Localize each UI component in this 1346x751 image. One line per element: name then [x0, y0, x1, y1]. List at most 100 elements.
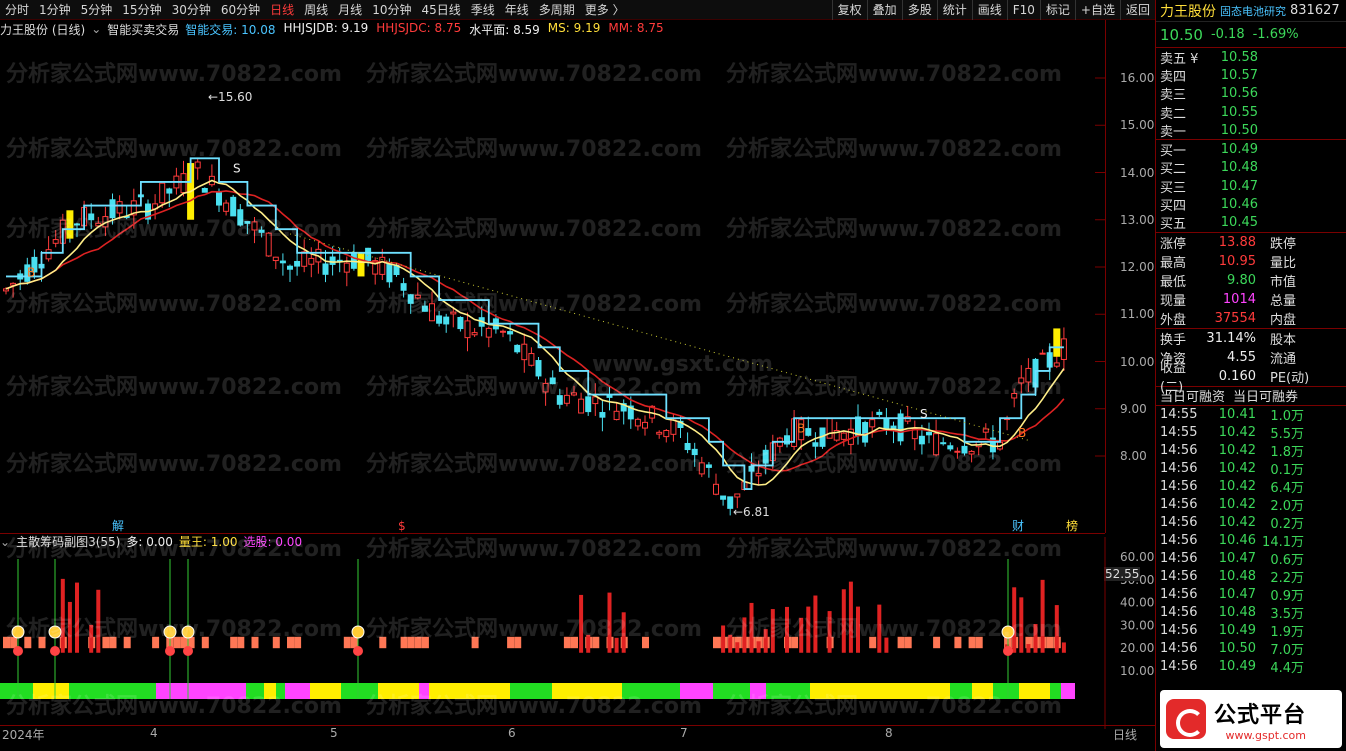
period-tab[interactable]: 45日线: [416, 0, 465, 20]
period-tab[interactable]: 周线: [299, 0, 333, 20]
time-axis-label: 5: [330, 726, 338, 740]
candle-body: [954, 450, 961, 453]
period-tab[interactable]: 日线: [265, 0, 299, 20]
candle-body: [450, 311, 457, 315]
tool-button[interactable]: 多股: [901, 0, 937, 20]
tool-button[interactable]: 复权: [831, 0, 867, 20]
candle-body: [784, 435, 790, 445]
tick-row: 14:56 10.50 7.0万: [1160, 641, 1304, 659]
signal-strip-segment: [471, 683, 510, 699]
candle-body: [322, 263, 329, 275]
sub-indicator-chart[interactable]: 60.0050.0040.0030.0020.0010.0052.55: [0, 533, 1155, 733]
sub-bar-red: [579, 594, 584, 653]
period-tab[interactable]: 分时: [0, 0, 34, 20]
signal-marker-icon[interactable]: [13, 646, 23, 656]
sub-bar-base: [287, 636, 294, 649]
signal-marker-icon[interactable]: [1001, 625, 1015, 639]
period-tab[interactable]: 15分钟: [117, 0, 166, 20]
candle-body: [720, 495, 727, 500]
tool-button[interactable]: 叠加: [866, 0, 902, 20]
event-tag[interactable]: 榜: [1066, 518, 1078, 533]
signal-marker-icon[interactable]: [48, 625, 62, 639]
signal-marker-icon[interactable]: [351, 625, 365, 639]
tool-button[interactable]: 画线: [971, 0, 1007, 20]
stock-sector[interactable]: 固态电池研究: [1220, 3, 1286, 19]
candle-body: [159, 182, 166, 204]
ask-book: 卖五 ¥10.58 卖四 10.57 卖三 10.56 卖二 10.55 卖一 10.50: [1156, 48, 1346, 141]
candle-body: [1018, 377, 1025, 384]
candle-body: [705, 464, 712, 468]
sub-bar-red: [827, 611, 832, 653]
signal-marker-icon[interactable]: [11, 625, 25, 639]
candle-body: [88, 213, 95, 221]
candle-body: [968, 450, 975, 455]
tick-row: 14:56 10.48 3.5万: [1160, 605, 1304, 623]
tool-button[interactable]: 统计: [936, 0, 972, 20]
sell-signal: S: [233, 162, 241, 176]
period-tab[interactable]: 多周期: [534, 0, 580, 20]
candle-body: [365, 247, 372, 262]
tick-title-lending: 当日可融券: [1233, 390, 1299, 406]
candle-body: [230, 196, 237, 217]
period-tab[interactable]: 5分钟: [76, 0, 118, 20]
tool-button[interactable]: 返回: [1119, 0, 1155, 20]
period-tab[interactable]: 10分钟: [367, 0, 416, 20]
tool-buttons: 复权 叠加 多股 统计 画线 F10 标记 +自选 返回: [831, 0, 1155, 20]
tool-button[interactable]: 标记: [1039, 0, 1075, 20]
sub-bar-red: [621, 612, 626, 653]
signal-marker-icon[interactable]: [163, 625, 177, 639]
indicator-name[interactable]: 智能买卖交易: [107, 21, 179, 38]
candle-body: [1011, 392, 1018, 399]
time-axis-period[interactable]: 日线: [1113, 726, 1137, 743]
signal-strip-segment: [419, 683, 429, 699]
bid-level: 买四 10.46: [1160, 197, 1258, 215]
sub-bar-red: [735, 642, 740, 653]
indicator-bar: 力王股份 (日线) ⌄ 智能买卖交易 智能交易: 10.08 HHJSJDB: 9…: [0, 20, 1105, 38]
candle-body: [251, 221, 258, 231]
signal-marker-icon[interactable]: [353, 646, 363, 656]
candle-body: [918, 435, 925, 445]
candle-body: [713, 483, 719, 495]
sub-bar-base: [173, 636, 181, 649]
price-axis-label: 10.00: [1120, 354, 1155, 369]
candle-body: [457, 316, 464, 330]
period-tab[interactable]: 30分钟: [167, 0, 216, 20]
sub-bar-base: [237, 636, 245, 649]
sub-bar-red: [67, 601, 72, 653]
sub-bar-red: [1054, 605, 1059, 653]
signal-marker-icon[interactable]: [181, 625, 195, 639]
sub-bar-red: [1061, 642, 1066, 653]
period-tab[interactable]: 季线: [466, 0, 500, 20]
period-tab[interactable]: 月线: [333, 0, 367, 20]
candle-body: [52, 239, 59, 244]
event-tag[interactable]: $: [398, 519, 406, 533]
candle-body: [436, 315, 443, 324]
sub-bar-red: [607, 592, 612, 653]
ask-level: 卖三 10.56: [1160, 86, 1258, 104]
candlestick-chart[interactable]: ←15.60 ←6.81 B B B S S 解 $ 财 榜: [0, 38, 1105, 533]
signal-marker-icon[interactable]: [50, 646, 60, 656]
period-tab[interactable]: 1分钟: [34, 0, 76, 20]
sub-bar-red: [856, 606, 860, 653]
signal-strip-segment: [156, 683, 202, 699]
candle-body: [329, 256, 336, 265]
event-tag[interactable]: 财: [1012, 519, 1024, 533]
signal-marker-icon[interactable]: [183, 646, 193, 656]
tool-button[interactable]: +自选: [1074, 0, 1120, 20]
period-tab[interactable]: 更多 〉: [580, 0, 630, 20]
sub-bar-base: [471, 636, 479, 649]
signal-marker-icon[interactable]: [165, 646, 175, 656]
candle-body: [563, 394, 570, 404]
signal-marker-icon[interactable]: [1003, 646, 1013, 656]
indicator-dropdown-icon[interactable]: ⌄: [91, 22, 101, 36]
sub-bar-red: [770, 609, 775, 653]
tool-button[interactable]: F10: [1006, 0, 1040, 20]
period-tab[interactable]: 60分钟: [216, 0, 265, 20]
signal-candle: [1053, 328, 1061, 357]
brand-url: www.gspt.com: [1225, 728, 1307, 742]
event-tag[interactable]: 解: [112, 519, 124, 533]
period-tab[interactable]: 年线: [500, 0, 534, 20]
candle-body: [1025, 367, 1032, 383]
candle-body: [869, 419, 876, 428]
indicator-value: MS: 9.19: [547, 20, 601, 35]
